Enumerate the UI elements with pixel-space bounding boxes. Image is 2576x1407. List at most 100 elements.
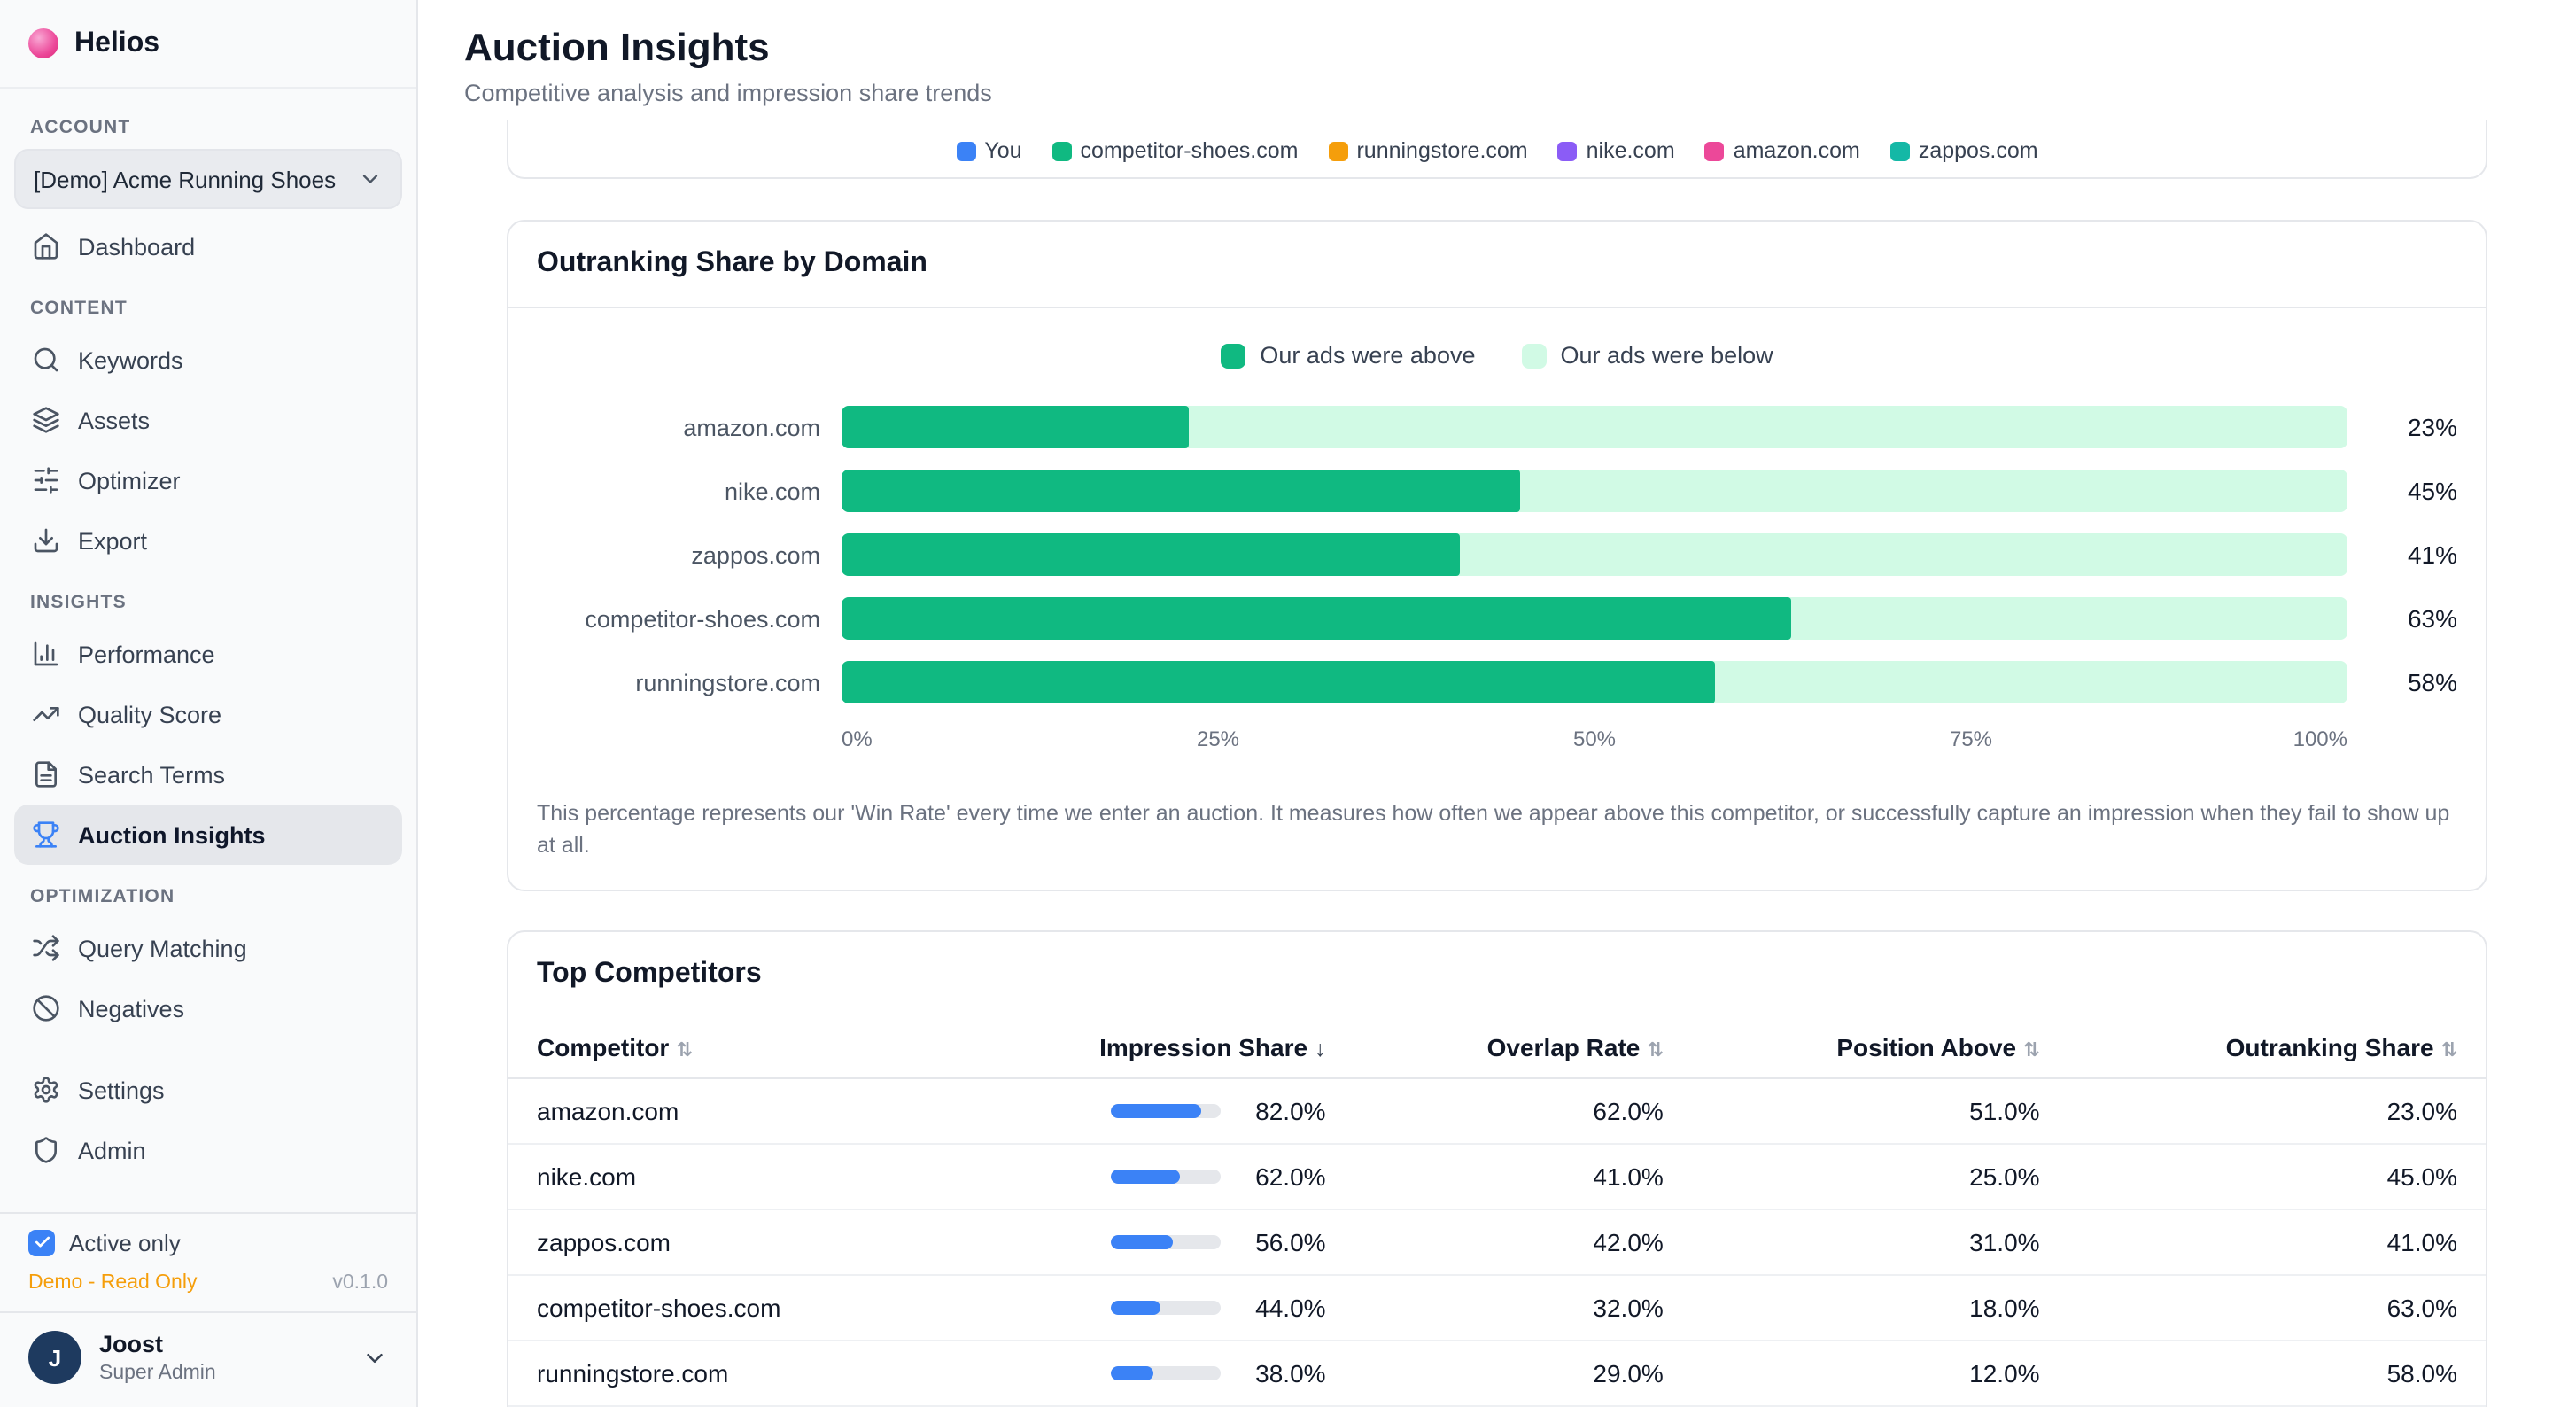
bar-share-value: 41% [2369,540,2457,569]
nav-spacer [14,1038,402,1060]
column-header-competitor[interactable]: Competitor⇅ [508,1018,944,1079]
sidebar-item-label: Dashboard [78,233,195,260]
outranking-card-title: Outranking Share by Domain [508,222,2486,308]
legend-label: runningstore.com [1356,138,1527,163]
column-header-position-above[interactable]: Position Above ⇅ [1692,1018,2068,1079]
legend-label: nike.com [1587,138,1675,163]
competitor-name: runningstore.com [508,1341,944,1407]
legend-item-runningstore: runningstore.com [1328,138,1527,163]
sidebar-nav: ACCOUNT [Demo] Acme Running Shoes Dashbo… [0,89,416,1212]
bar-chart-icon [32,640,60,668]
competitor-name: zappos.com [508,1210,944,1276]
trending-up-icon [32,700,60,728]
competitor-name: amazon.com [508,1079,944,1145]
outranking-bar-track [842,661,2347,704]
user-menu[interactable]: J Joost Super Admin [0,1311,416,1407]
account-selector[interactable]: [Demo] Acme Running Shoes [14,149,402,209]
outranking-bar-fill [842,470,1519,512]
sidebar-item-label: Quality Score [78,701,221,727]
legend-item-below: Our ads were below [1522,342,1773,369]
legend-swatch-below [1522,343,1547,368]
legend-label: Our ads were below [1561,342,1773,369]
active-only-toggle[interactable]: Active only [28,1230,388,1256]
impression-share-cell: 44.0% [944,1276,1354,1341]
sidebar-item-keywords[interactable]: Keywords [14,330,402,390]
bar-domain-label: amazon.com [537,414,820,440]
sidebar-item-label: Export [78,527,147,554]
outranking-bar-fill [842,597,1790,640]
column-header-outranking-share[interactable]: Outranking Share⇅ [2068,1018,2486,1079]
outranking-bar-fill [842,406,1188,448]
sidebar-item-optimizer[interactable]: Optimizer [14,450,402,510]
trend-chart-legend: You competitor-shoes.com runningstore.co… [956,138,2037,177]
page-title: Auction Insights [464,25,2530,71]
sidebar-item-negatives[interactable]: Negatives [14,978,402,1038]
sidebar-item-label: Optimizer [78,467,181,494]
sidebar-item-auction-insights[interactable]: Auction Insights [14,805,402,865]
bar-share-value: 58% [2369,668,2457,696]
shuffle-icon [32,934,60,962]
axis-tick: 25% [1197,727,1239,751]
sort-icon: ⇅ [2023,1041,2039,1062]
legend-item-you: You [956,138,1021,163]
sidebar-item-search-terms[interactable]: Search Terms [14,744,402,805]
impression-share-cell: 38.0% [944,1341,1354,1407]
active-only-checkbox[interactable] [28,1230,55,1256]
sidebar-item-query-matching[interactable]: Query Matching [14,918,402,978]
column-header-impression-share[interactable]: Impression Share↓ [944,1018,1354,1079]
section-label-insights: INSIGHTS [14,571,402,624]
legend-label: competitor-shoes.com [1081,138,1299,163]
trophy-icon [32,820,60,849]
outranking-bar-fill [842,533,1459,576]
outranking-bar-fill [842,661,1715,704]
bar-domain-label: competitor-shoes.com [537,605,820,632]
user-name: Joost [99,1331,216,1361]
legend-swatch [1328,141,1347,160]
legend-label: amazon.com [1734,138,1860,163]
shield-icon [32,1136,60,1164]
bar-domain-label: zappos.com [537,541,820,568]
impression-share-bar [1112,1170,1222,1185]
sidebar-item-dashboard[interactable]: Dashboard [14,216,402,276]
section-label-account: ACCOUNT [14,96,402,149]
legend-label: You [984,138,1021,163]
sliders-icon [32,466,60,494]
top-competitors-card: Top Competitors Competitor⇅ Impression S… [507,931,2487,1407]
legend-swatch [1052,141,1072,160]
column-header-overlap-rate[interactable]: Overlap Rate⇅ [1354,1018,1692,1079]
outranking-bar-track [842,597,2347,640]
position-above-value: 18.0% [1692,1276,2068,1341]
column-label: Position Above [1836,1034,2016,1062]
outranking-chart: Our ads were above Our ads were below am… [508,308,2486,890]
bar-share-value: 45% [2369,477,2457,505]
user-role: Super Admin [99,1360,216,1386]
outranking-share-value: 58.0% [2068,1341,2486,1407]
sidebar-item-export[interactable]: Export [14,510,402,571]
axis-tick: 100% [2293,727,2347,751]
overlap-rate-value: 42.0% [1354,1210,1692,1276]
legend-item-amazon: amazon.com [1705,138,1860,163]
sidebar-item-label: Assets [78,407,150,433]
brand: Helios [0,0,416,89]
sidebar-item-label: Keywords [78,346,183,373]
sidebar-item-performance[interactable]: Performance [14,624,402,684]
sidebar-item-quality-score[interactable]: Quality Score [14,684,402,744]
legend-swatch [1890,141,1910,160]
sidebar-item-settings[interactable]: Settings [14,1060,402,1120]
outranking-share-value: 63.0% [2068,1276,2486,1341]
sidebar-item-admin[interactable]: Admin [14,1120,402,1180]
active-only-label: Active only [69,1230,181,1256]
helios-logo-icon [28,28,58,58]
account-selector-value: [Demo] Acme Running Shoes [34,166,336,192]
axis-tick: 0% [842,727,873,751]
sidebar-item-label: Auction Insights [78,821,266,848]
x-axis: 0% 25% 50% 75% 100% [537,725,2457,753]
env-meta-row: Demo - Read Only v0.1.0 [28,1256,388,1311]
impression-share-bar-fill [1112,1236,1173,1250]
scroll-content[interactable]: You competitor-shoes.com runningstore.co… [418,120,2576,1407]
sidebar-footer: Active only Demo - Read Only v0.1.0 J Jo… [0,1212,416,1407]
gear-icon [32,1076,60,1104]
table-row: competitor-shoes.com 44.0% 32.0% 18.0% 6… [508,1276,2486,1341]
impression-share-value: 82.0% [1248,1098,1326,1126]
sidebar-item-assets[interactable]: Assets [14,390,402,450]
